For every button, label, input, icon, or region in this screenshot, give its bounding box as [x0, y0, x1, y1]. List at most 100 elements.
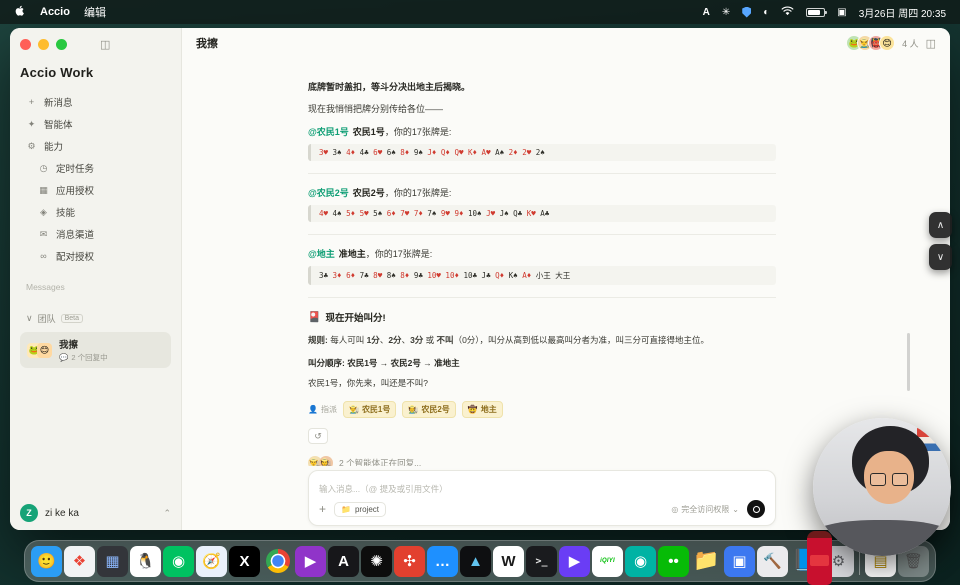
input-source-icon[interactable]: A: [703, 7, 710, 18]
reply-indicator-icon: 💬: [59, 353, 68, 362]
battery-icon[interactable]: [806, 8, 825, 17]
sidebar-item-app-authorization[interactable]: ▦ 应用授权: [32, 180, 171, 200]
sidebar-item-skills[interactable]: ◈ 技能: [32, 202, 171, 222]
dock-icon-pinwheel[interactable]: ✣: [394, 546, 425, 577]
desktop: Accio 编辑 A ✳ ◐ ▣ 3月26日 周四 20:35 ◫ Ac: [0, 0, 960, 585]
assign-label: 👤 指派: [308, 404, 337, 415]
message-action-button[interactable]: ↺: [308, 428, 328, 444]
apple-menu-icon[interactable]: [14, 4, 26, 20]
scroll-up-button[interactable]: ∧: [929, 212, 952, 238]
toggle-right-panel-icon[interactable]: ◫: [926, 37, 936, 50]
dock-icon-qq[interactable]: 🐧: [130, 546, 161, 577]
hand-name: 农民1号: [353, 127, 385, 137]
bidding-title: 🎴 现在开始叫分!: [308, 310, 776, 324]
chat-header: 我擦 🐸 👨‍🌾 👹 😊 4 人 ◫: [182, 28, 950, 58]
mention-landlord[interactable]: @地主: [308, 249, 335, 259]
sidebar-item-message-channels[interactable]: ✉ 消息渠道: [32, 224, 171, 244]
dock-icon-word[interactable]: W: [493, 546, 524, 577]
cards-farmer2: 4♥ 4♠ 5♦ 5♥ 5♠ 6♦ 7♥ 7♦ 7♠ 9♥ 9♦ 10♠ J♥ …: [308, 205, 776, 222]
message-input[interactable]: [319, 484, 765, 494]
webcam-overlay: [813, 418, 951, 556]
member-avatar-group[interactable]: 🐸 👨‍🌾 👹 😊: [846, 35, 895, 51]
chevron-down-icon: ⌄: [732, 505, 739, 514]
wrench-icon: ⚙: [26, 141, 37, 152]
scroll-down-button[interactable]: ∨: [929, 244, 952, 270]
menubar-app-name[interactable]: Accio: [40, 6, 70, 18]
attach-plus-button[interactable]: +: [319, 502, 326, 516]
close-window-button[interactable]: [20, 39, 31, 50]
person-glasses: [870, 473, 887, 485]
dock-icon-chatgpt[interactable]: ✺: [361, 546, 392, 577]
hand-name: 准地主: [339, 249, 366, 259]
typing-text: 2 个智能体正在回复...: [339, 457, 421, 466]
agent-badge-farmer1[interactable]: 👨‍🌾 农民1号: [343, 401, 396, 418]
diamond-icon: ◈: [38, 207, 49, 218]
dock-icon-launchpad[interactable]: ❖: [64, 546, 95, 577]
hand-rest: ，你的17张牌是:: [385, 188, 452, 198]
sidebar-item-capabilities[interactable]: ⚙ 能力: [20, 136, 171, 156]
nav-label: 新消息: [44, 95, 73, 109]
team-section-header[interactable]: ∨ 团队 Beta: [20, 312, 171, 325]
sidebar-item-scheduled-tasks[interactable]: ◷ 定时任务: [32, 158, 171, 178]
user-name: zi ke ka: [45, 508, 79, 519]
member-count: 4 人: [902, 37, 919, 50]
mention-farmer2[interactable]: @农民2号: [308, 188, 349, 198]
dock-icon-finder[interactable]: 🙂: [31, 546, 62, 577]
menu-edit[interactable]: 编辑: [84, 4, 106, 20]
dock-icon-widgets[interactable]: ▦: [97, 546, 128, 577]
project-chip[interactable]: 📁 project: [334, 502, 386, 517]
voice-mode-button[interactable]: [747, 500, 765, 518]
sidebar: ◫ Accio Work + 新消息 ✦ 智能体 ⚙ 能力 ◷ 定时任务: [10, 28, 182, 530]
sidebar-user-row[interactable]: Z zi ke ka ⌃: [20, 504, 171, 522]
nav-label: 定时任务: [56, 161, 94, 175]
dock-icon-tools[interactable]: 🔨: [757, 546, 788, 577]
dock-icon-affinity[interactable]: ▲: [460, 546, 491, 577]
screen-mirroring-icon[interactable]: ◐: [763, 7, 769, 18]
farmer-emoji: 🧑‍🌾: [408, 405, 418, 414]
zoom-window-button[interactable]: [56, 39, 67, 50]
dock-icon-chat-blue[interactable]: …: [427, 546, 458, 577]
dock-icon-x[interactable]: X: [229, 546, 260, 577]
stage-manager-icon[interactable]: ▣: [837, 7, 846, 18]
envelope-icon: ✉: [38, 229, 49, 240]
dock-icon-compass[interactable]: 🧭: [196, 546, 227, 577]
sidebar-toggle-icon[interactable]: ◫: [100, 38, 110, 51]
dock-icon-iqiyi[interactable]: iQIYI: [592, 546, 623, 577]
scrollbar-thumb[interactable]: [907, 333, 910, 391]
minimize-window-button[interactable]: [38, 39, 49, 50]
sidebar-item-agents[interactable]: ✦ 智能体: [20, 114, 171, 134]
dock-icon-chrome[interactable]: [262, 546, 293, 577]
dock-icon-player-purple[interactable]: ▶: [559, 546, 590, 577]
divider: [308, 297, 776, 298]
wifi-icon[interactable]: [781, 6, 794, 19]
mention-farmer1[interactable]: @农民1号: [308, 127, 349, 137]
dock-icon-folder-yellow[interactable]: 📁: [691, 546, 722, 577]
dock-icon-player-magenta[interactable]: ▶: [295, 546, 326, 577]
hand-rest: ，你的17张牌是:: [385, 127, 452, 137]
project-chip-label: project: [355, 505, 379, 514]
brightness-icon[interactable]: ✳: [722, 7, 730, 18]
dock-icon-arc[interactable]: A: [328, 546, 359, 577]
divider: [308, 234, 776, 235]
message-composer[interactable]: + 📁 project ◎ 完全访问权限 ⌄: [308, 470, 776, 526]
dock-icon-wechat[interactable]: ••: [658, 546, 689, 577]
sidebar-item-pairing-authorization[interactable]: ∞ 配对授权: [32, 246, 171, 266]
person-body: [813, 520, 951, 556]
menubar-datetime[interactable]: 3月26日 周四 20:35: [859, 5, 946, 20]
avatar: 😊: [37, 343, 52, 358]
dock-icon-app-teal[interactable]: ◉: [625, 546, 656, 577]
dock-icon-app-blue[interactable]: ▣: [724, 546, 755, 577]
dock-icon-app-green[interactable]: ◉: [163, 546, 194, 577]
permission-selector[interactable]: ◎ 完全访问权限 ⌄: [671, 504, 739, 515]
sidebar-item-new-message[interactable]: + 新消息: [20, 92, 171, 112]
hand-rest: ，你的17张牌是:: [366, 249, 433, 259]
message-list: 底牌暂时盖扣，等斗分决出地主后揭晓。 现在我悄悄把牌分别传给各位—— @农民1号…: [308, 58, 776, 466]
float-scroll-controls: ∧ ∨: [929, 212, 952, 270]
divider: [308, 173, 776, 174]
agent-badge-farmer2[interactable]: 🧑‍🌾 农民2号: [402, 401, 455, 418]
dock-icon-terminal[interactable]: >_: [526, 546, 557, 577]
agent-badge-landlord[interactable]: 🤠 地主: [462, 401, 503, 418]
sidebar-item-team-chat[interactable]: 🐸 😊 我擦 💬 2 个回复中: [20, 332, 171, 368]
vpn-shield-icon[interactable]: [742, 7, 751, 18]
sparkle-icon: ✦: [26, 119, 37, 130]
